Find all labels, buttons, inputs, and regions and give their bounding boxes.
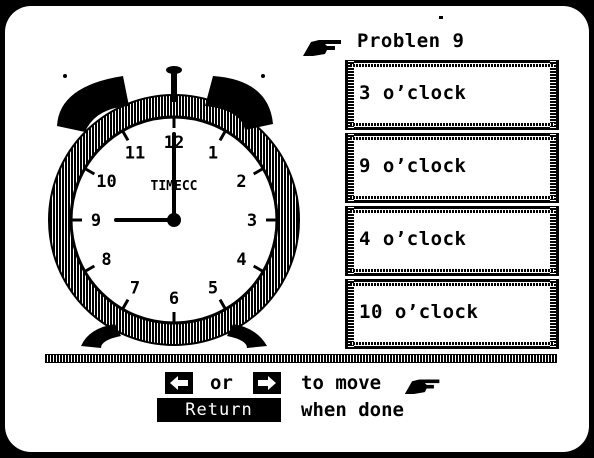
- answer-box-3[interactable]: 4 o’clock: [345, 206, 559, 276]
- clock-numeral-7: 7: [130, 279, 140, 299]
- clock-hub: [167, 213, 181, 227]
- answer-label: 10 o’clock: [359, 301, 479, 323]
- clock-numeral-2: 2: [236, 172, 246, 192]
- clock-numeral-3: 3: [247, 211, 257, 231]
- clock-numeral-4: 4: [236, 250, 246, 270]
- or-label: or: [210, 372, 233, 394]
- pointing-hand-icon: [404, 379, 440, 394]
- clock-numeral-11: 11: [125, 143, 145, 163]
- answer-list: 3 o’clock 9 o’clock 4 o’clock 10 o’clock: [345, 60, 559, 352]
- clock-numeral-1: 1: [208, 143, 218, 163]
- answer-box-4[interactable]: 10 o’clock: [345, 279, 559, 349]
- right-arrow-key-icon[interactable]: [253, 372, 281, 394]
- answer-label: 3 o’clock: [359, 82, 467, 104]
- left-arrow-key-icon[interactable]: [165, 372, 193, 394]
- done-instruction: when done: [301, 399, 404, 421]
- clock-numeral-9: 9: [91, 211, 101, 231]
- ground-line: [45, 354, 557, 363]
- return-key[interactable]: Return: [157, 398, 281, 422]
- move-instruction: to move: [301, 372, 382, 394]
- clock-numeral-8: 8: [101, 250, 111, 270]
- clock-numeral-5: 5: [208, 279, 218, 299]
- clock-numeral-6: 6: [169, 289, 179, 309]
- game-screen: Problen 9 121234567891011 TIMECC: [5, 6, 589, 452]
- answer-box-1[interactable]: 3 o’clock: [345, 60, 559, 130]
- answer-box-2[interactable]: 9 o’clock: [345, 133, 559, 203]
- answer-label: 9 o’clock: [359, 155, 467, 177]
- clock-numeral-10: 10: [96, 172, 116, 192]
- answer-label: 4 o’clock: [359, 228, 467, 250]
